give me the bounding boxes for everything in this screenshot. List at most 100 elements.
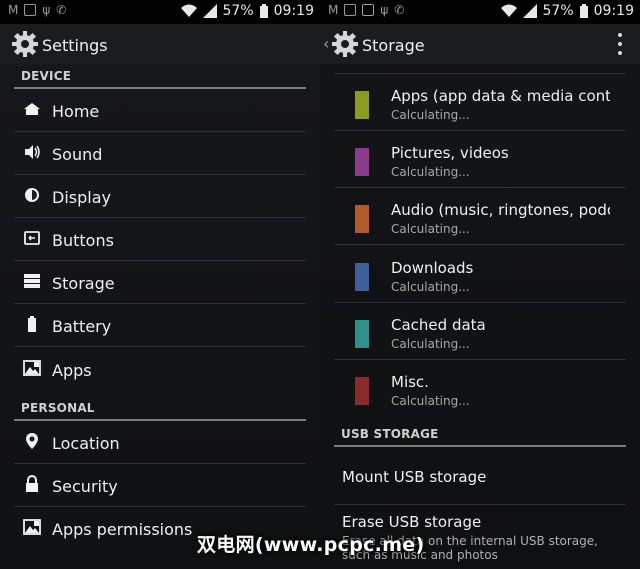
- divider: [14, 463, 306, 464]
- storage-item-title: Misc.: [391, 373, 429, 391]
- settings-item-label: Security: [52, 477, 118, 496]
- color-swatch: [355, 91, 369, 119]
- usb-icon: ψ: [42, 3, 51, 17]
- wifi-icon: [500, 4, 517, 17]
- sound-icon: [25, 145, 40, 159]
- clock: 09:19: [593, 3, 634, 19]
- action-bar: Settings: [0, 24, 320, 64]
- settings-item-label: Home: [52, 102, 100, 121]
- status-bar: M ψ ✆ 57% 09:19: [320, 0, 640, 24]
- lock-icon: [26, 475, 38, 492]
- storage-item-audio[interactable]: Audio (music, ringtones, podcasts, etc.)…: [334, 188, 626, 245]
- storage-item-downloads[interactable]: Downloads Calculating...: [334, 246, 626, 303]
- settings-item-buttons[interactable]: Buttons: [14, 219, 306, 261]
- location-icon: [26, 433, 38, 449]
- battery-icon: [28, 316, 36, 332]
- storage-icon: [24, 274, 40, 288]
- divider: [14, 346, 306, 347]
- storage-item-title: Apps (app data & media content): [391, 87, 610, 105]
- wifi-icon: [180, 4, 197, 17]
- divider: [14, 303, 306, 304]
- storage-item-title: Downloads: [391, 259, 474, 277]
- storage-item-cached-data[interactable]: Cached data Calculating...: [334, 303, 626, 360]
- color-swatch: [355, 148, 369, 176]
- storage-item-status: Calculating...: [391, 280, 470, 294]
- battery-percent: 57%: [222, 3, 254, 19]
- storage-item-title: Pictures, videos: [391, 144, 509, 162]
- section-divider: [14, 87, 306, 89]
- settings-item-label: Buttons: [52, 231, 114, 250]
- overflow-menu-icon[interactable]: [618, 33, 622, 55]
- divider: [14, 217, 306, 218]
- color-swatch: [355, 320, 369, 348]
- settings-item-apps[interactable]: Apps: [14, 349, 306, 391]
- storage-item-apps[interactable]: Apps (app data & media content) Calculat…: [334, 74, 626, 131]
- settings-item-location[interactable]: Location: [14, 422, 306, 464]
- storage-item-misc[interactable]: Misc. Calculating...: [334, 360, 626, 417]
- page-title: Settings: [42, 36, 108, 55]
- back-chevron-icon[interactable]: ‹: [323, 34, 329, 53]
- signal-icon: [522, 4, 537, 18]
- settings-gear-icon[interactable]: [332, 31, 358, 57]
- outlook-icon: [362, 4, 375, 16]
- divider: [334, 244, 626, 245]
- divider: [14, 131, 306, 132]
- battery-status-icon: [259, 4, 268, 18]
- gmail-icon: M: [328, 3, 339, 17]
- gmail-icon: M: [8, 3, 19, 17]
- settings-item-security[interactable]: Security: [14, 465, 306, 507]
- storage-panel: M ψ ✆ 57% 09:19 ‹ Storage Apps (app data…: [320, 0, 640, 569]
- gallery-icon: [344, 4, 357, 16]
- section-personal: PERSONAL: [21, 401, 95, 415]
- battery-percent: 57%: [542, 3, 574, 19]
- apps-icon: [23, 360, 41, 376]
- divider: [334, 504, 626, 505]
- color-swatch: [355, 377, 369, 405]
- home-icon: [24, 103, 40, 115]
- notification-icons: M ψ ✆: [8, 3, 66, 17]
- notification-icons: M ψ ✆: [328, 3, 404, 17]
- settings-panel: M ψ ✆ 57% 09:19 Settings DEVICE Home Sou…: [0, 0, 320, 569]
- erase-usb-storage[interactable]: Erase USB storage: [342, 513, 481, 531]
- settings-item-battery[interactable]: Battery: [14, 305, 306, 347]
- call-icon: ✆: [56, 3, 67, 17]
- section-divider: [334, 445, 626, 447]
- settings-item-home[interactable]: Home: [14, 90, 306, 132]
- section-device: DEVICE: [21, 69, 72, 83]
- divider: [14, 260, 306, 261]
- storage-item-status: Calculating...: [391, 108, 470, 122]
- section-usb-storage: USB STORAGE: [341, 427, 439, 441]
- storage-item-status: Calculating...: [391, 222, 470, 236]
- action-bar: ‹ Storage: [320, 24, 640, 64]
- page-title: Storage: [362, 36, 425, 55]
- settings-item-display[interactable]: Display: [14, 176, 306, 218]
- storage-item-status: Calculating...: [391, 337, 470, 351]
- settings-item-label: Display: [52, 188, 111, 207]
- mount-usb-storage[interactable]: Mount USB storage: [342, 468, 486, 486]
- storage-item-pictures[interactable]: Pictures, videos Calculating...: [334, 131, 626, 188]
- settings-item-label: Apps permissions: [52, 520, 193, 539]
- section-divider: [14, 419, 306, 421]
- settings-item-label: Apps: [52, 361, 92, 380]
- color-swatch: [355, 205, 369, 233]
- divider: [14, 506, 306, 507]
- divider: [14, 174, 306, 175]
- outlook-icon: [24, 4, 37, 16]
- storage-item-title: Audio (music, ringtones, podcasts, etc.): [391, 201, 610, 219]
- settings-item-sound[interactable]: Sound: [14, 133, 306, 175]
- display-icon: [25, 188, 39, 202]
- apps-permissions-icon: [23, 519, 41, 535]
- settings-item-storage[interactable]: Storage: [14, 262, 306, 304]
- battery-status-icon: [579, 4, 588, 18]
- settings-gear-icon[interactable]: [12, 31, 38, 57]
- clock: 09:19: [273, 3, 314, 19]
- storage-item-title: Cached data: [391, 316, 486, 334]
- storage-item-status: Calculating...: [391, 394, 470, 408]
- call-icon: ✆: [394, 3, 405, 17]
- status-bar: M ψ ✆ 57% 09:19: [0, 0, 320, 24]
- settings-item-label: Storage: [52, 274, 115, 293]
- buttons-icon: [24, 231, 40, 245]
- settings-item-label: Location: [52, 434, 120, 453]
- settings-item-label: Battery: [52, 317, 112, 336]
- system-status: 57% 09:19: [180, 3, 314, 19]
